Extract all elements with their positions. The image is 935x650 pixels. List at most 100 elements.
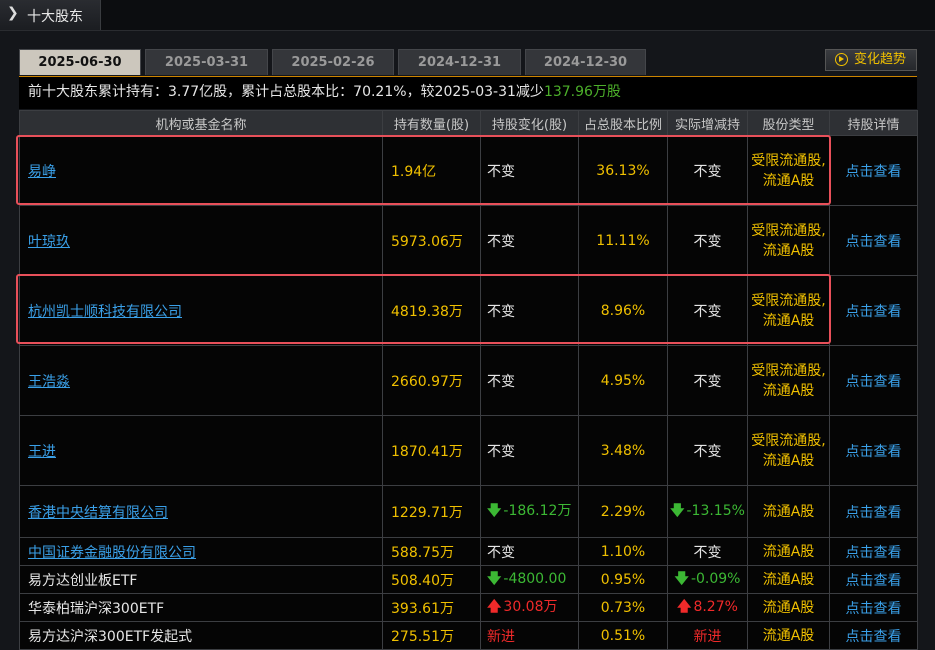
share-type-cell: 流通A股 bbox=[747, 621, 830, 650]
detail-link[interactable]: 点击查看 bbox=[846, 234, 902, 250]
actual-value: -0.09% bbox=[690, 570, 741, 587]
pct-cell: 0.51% bbox=[578, 621, 668, 650]
summary-total: 3.77亿股 bbox=[168, 84, 228, 100]
share-type-cell: 流通A股 bbox=[747, 565, 830, 594]
pct-cell: 3.48% bbox=[578, 415, 668, 486]
shareholder-name: 易方达沪深300ETF发起式 bbox=[28, 628, 193, 645]
change-cell: 不变 bbox=[480, 415, 579, 486]
table-row: 易峥 1.94亿 不变 36.13% 不变 受限流通股,流通A股 点击查看 bbox=[19, 135, 918, 206]
pct-cell: 1.10% bbox=[578, 537, 668, 566]
tab-2025-03-31[interactable]: 2025-03-31 bbox=[145, 49, 268, 75]
table-row: 易方达沪深300ETF发起式 275.51万 新进 0.51% 新进 流通A股 … bbox=[19, 621, 918, 650]
summary-label-ratio: ，累计占总股本比： bbox=[227, 84, 354, 100]
change-cell: 新进 bbox=[480, 621, 579, 650]
qty-cell: 2660.97万 bbox=[382, 345, 481, 416]
arrow-up-icon: 🡅 bbox=[677, 598, 692, 615]
table-row: 华泰柏瑞沪深300ETF 393.61万 🡅 30.08万 0.73% 🡅 8.27… bbox=[19, 593, 918, 622]
trend-button-label: 变化趋势 bbox=[854, 52, 907, 67]
shareholder-link[interactable]: 王浩淼 bbox=[28, 374, 70, 390]
pct-cell: 0.73% bbox=[578, 593, 668, 622]
actual-cell: 不变 bbox=[667, 345, 748, 416]
qty-cell: 393.61万 bbox=[382, 593, 481, 622]
share-type-cell: 受限流通股,流通A股 bbox=[747, 275, 830, 346]
shareholder-link[interactable]: 杭州凯士顺科技有限公司 bbox=[28, 304, 182, 320]
qty-cell: 508.40万 bbox=[382, 565, 481, 594]
change-cell: 不变 bbox=[480, 135, 579, 206]
shareholder-name: 华泰柏瑞沪深300ETF bbox=[28, 600, 165, 617]
tab-2025-02-26[interactable]: 2025-02-26 bbox=[272, 49, 394, 75]
share-type-cell: 流通A股 bbox=[747, 485, 830, 538]
actual-cell: 不变 bbox=[667, 135, 748, 206]
share-type-cell: 流通A股 bbox=[747, 537, 830, 566]
qty-cell: 588.75万 bbox=[382, 537, 481, 566]
pct-cell: 36.13% bbox=[578, 135, 668, 206]
shareholder-link[interactable]: 易峥 bbox=[28, 164, 56, 180]
actual-cell: 不变 bbox=[667, 205, 748, 276]
change-value: -186.12万 bbox=[503, 502, 572, 519]
summary-bar: 前十大股东累计持有：3.77亿股，累计占总股本比：70.21%，较2025-03… bbox=[19, 76, 917, 109]
pct-cell: 0.95% bbox=[578, 565, 668, 594]
detail-link[interactable]: 点击查看 bbox=[846, 573, 902, 589]
shareholders-table: 机构或基金名称 持有数量(股) 持股变化(股) 占总股本比例 实际增减持 股份类… bbox=[19, 110, 918, 650]
play-circle-icon bbox=[835, 53, 848, 66]
share-type-cell: 受限流通股,流通A股 bbox=[747, 415, 830, 486]
col-header-name: 机构或基金名称 bbox=[19, 110, 383, 136]
table-row: 杭州凯士顺科技有限公司 4819.38万 不变 8.96% 不变 受限流通股,流… bbox=[19, 275, 918, 346]
shareholder-link[interactable]: 香港中央结算有限公司 bbox=[28, 505, 168, 521]
panel-title-tab[interactable]: ❯ 十大股东 bbox=[0, 0, 101, 30]
detail-link[interactable]: 点击查看 bbox=[846, 374, 902, 390]
detail-link[interactable]: 点击查看 bbox=[846, 444, 902, 460]
change-cell: 🡇 -4800.00 bbox=[480, 565, 579, 594]
trend-button[interactable]: 变化趋势 bbox=[825, 49, 917, 71]
shareholder-link[interactable]: 王进 bbox=[28, 444, 56, 460]
change-cell: 不变 bbox=[480, 205, 579, 276]
arrow-down-icon: 🡇 bbox=[674, 570, 689, 587]
col-header-actual: 实际增减持 bbox=[667, 110, 748, 136]
actual-cell: 不变 bbox=[667, 275, 748, 346]
detail-link[interactable]: 点击查看 bbox=[846, 505, 902, 521]
arrow-down-icon: 🡇 bbox=[487, 502, 502, 519]
change-cell: 不变 bbox=[480, 275, 579, 346]
shareholder-link[interactable]: 中国证券金融股份有限公司 bbox=[28, 545, 196, 561]
arrow-down-icon: 🡇 bbox=[670, 502, 685, 519]
actual-value: 8.27% bbox=[693, 598, 738, 615]
qty-cell: 275.51万 bbox=[382, 621, 481, 650]
qty-cell: 1.94亿 bbox=[382, 135, 481, 206]
detail-link[interactable]: 点击查看 bbox=[846, 164, 902, 180]
col-header-qty: 持有数量(股) bbox=[382, 110, 481, 136]
tab-2025-06-30[interactable]: 2025-06-30 bbox=[19, 49, 141, 75]
pct-cell: 11.11% bbox=[578, 205, 668, 276]
tab-2024-12-30[interactable]: 2024-12-30 bbox=[525, 49, 646, 75]
arrow-up-icon: 🡅 bbox=[487, 598, 502, 615]
qty-cell: 1870.41万 bbox=[382, 415, 481, 486]
detail-link[interactable]: 点击查看 bbox=[846, 601, 902, 617]
table-header: 机构或基金名称 持有数量(股) 持股变化(股) 占总股本比例 实际增减持 股份类… bbox=[19, 110, 918, 136]
actual-cell: 🡅 8.27% bbox=[667, 593, 748, 622]
shareholder-link[interactable]: 叶琼玖 bbox=[28, 234, 70, 250]
table-row: 易方达创业板ETF 508.40万 🡇 -4800.00 0.95% 🡇 -0.09… bbox=[19, 565, 918, 594]
detail-link[interactable]: 点击查看 bbox=[846, 629, 902, 645]
share-type-cell: 受限流通股,流通A股 bbox=[747, 345, 830, 416]
actual-cell: 不变 bbox=[667, 537, 748, 566]
actual-cell: 新进 bbox=[667, 621, 748, 650]
col-header-stype: 股份类型 bbox=[747, 110, 830, 136]
tab-2024-12-31[interactable]: 2024-12-31 bbox=[398, 49, 521, 75]
detail-link[interactable]: 点击查看 bbox=[846, 304, 902, 320]
change-cell: 不变 bbox=[480, 537, 579, 566]
pct-cell: 4.95% bbox=[578, 345, 668, 416]
actual-value: -13.15% bbox=[686, 502, 745, 519]
chevron-right-icon: ❯ bbox=[7, 5, 19, 21]
share-type-cell: 受限流通股,流通A股 bbox=[747, 135, 830, 206]
summary-label: 前十大股东累计持有： bbox=[28, 84, 168, 100]
change-cell: 🡇 -186.12万 bbox=[480, 485, 579, 538]
change-value: -4800.00 bbox=[503, 570, 567, 587]
table-row: 香港中央结算有限公司 1229.71万 🡇 -186.12万 2.29% 🡇 -13… bbox=[19, 485, 918, 538]
pct-cell: 8.96% bbox=[578, 275, 668, 346]
detail-link[interactable]: 点击查看 bbox=[846, 545, 902, 561]
col-header-detail: 持股详情 bbox=[829, 110, 918, 136]
table-row: 王浩淼 2660.97万 不变 4.95% 不变 受限流通股,流通A股 点击查看 bbox=[19, 345, 918, 416]
table-row: 中国证券金融股份有限公司 588.75万 不变 1.10% 不变 流通A股 点击… bbox=[19, 537, 918, 566]
change-cell: 不变 bbox=[480, 345, 579, 416]
summary-ratio: 70.21% bbox=[353, 84, 407, 100]
table-row: 王进 1870.41万 不变 3.48% 不变 受限流通股,流通A股 点击查看 bbox=[19, 415, 918, 486]
